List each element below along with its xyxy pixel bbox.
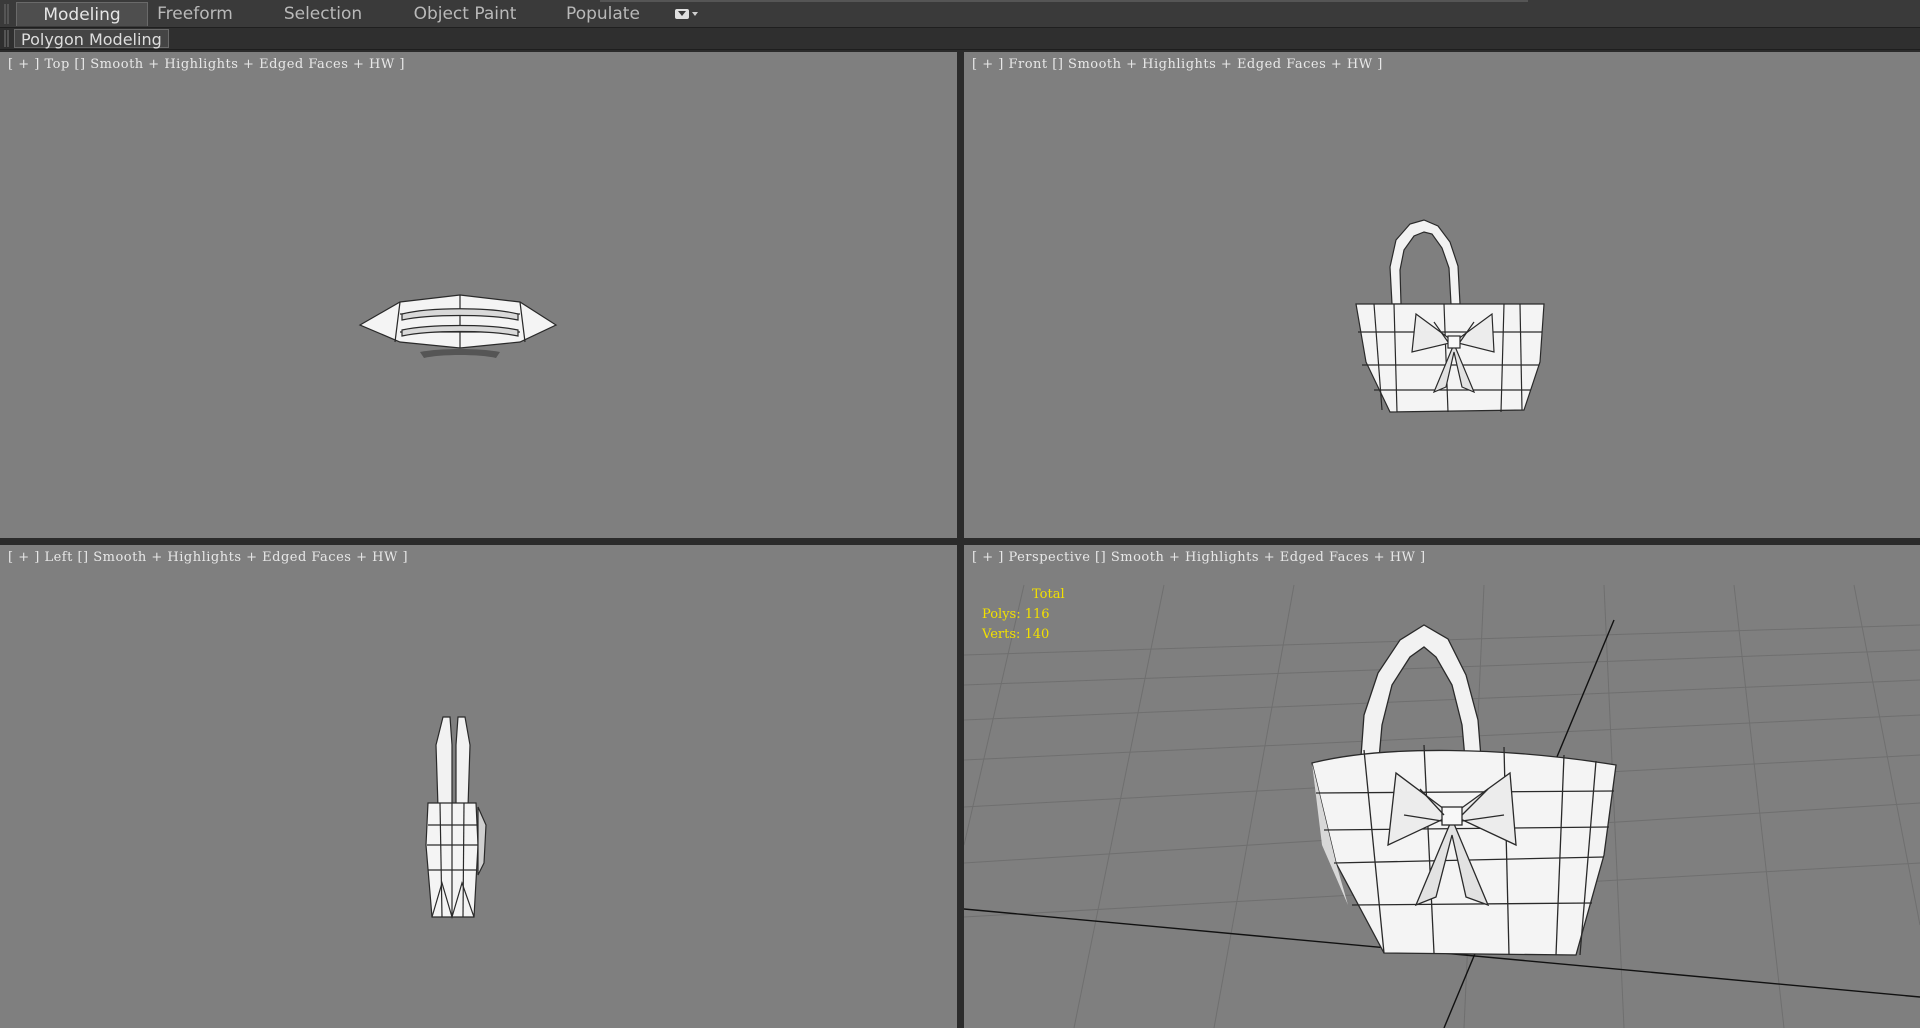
polygon-modeling-panel-button[interactable]: Polygon Modeling: [14, 29, 169, 49]
bag-front-view-model: [1355, 219, 1545, 413]
ribbon-divider: [600, 0, 1528, 2]
viewport-shading-menu[interactable]: Smooth + Highlights + Edged Faces + HW ]: [1111, 550, 1426, 565]
tab-freeform[interactable]: Freeform: [150, 2, 240, 26]
dropdown-toggle-icon: [675, 9, 689, 19]
stats-title: Total: [1032, 587, 1065, 602]
viewport-perspective[interactable]: [ + ] Perspective [] Smooth + Highlights…: [964, 545, 1920, 1028]
tab-populate[interactable]: Populate: [558, 2, 648, 26]
stats-polys: Polys: 116: [982, 607, 1050, 622]
viewport-front[interactable]: [ + ] Front [] Smooth + Highlights + Edg…: [964, 52, 1920, 538]
caret-down-icon: [692, 12, 698, 16]
bag-top-view-model: [358, 294, 558, 358]
viewport-plus-menu[interactable]: [ + ]: [972, 550, 1004, 565]
scene-statistics: Total Polys: 116 Verts: 140: [982, 585, 1065, 645]
stats-verts: Verts: 140: [982, 627, 1050, 642]
viewport-view-menu[interactable]: Perspective: [1008, 550, 1090, 565]
ribbon-grip-handle[interactable]: [4, 4, 9, 24]
tab-modeling[interactable]: Modeling: [16, 2, 148, 26]
ribbon-options-dropdown[interactable]: [675, 7, 703, 21]
bag-left-view-model: [425, 716, 487, 920]
viewport-left[interactable]: [ + ] Left [] Smooth + Highlights + Edge…: [0, 545, 957, 1028]
ribbon-panel-bar: Polygon Modeling: [0, 28, 1920, 50]
tab-object-paint[interactable]: Object Paint: [410, 2, 520, 26]
viewport-label: [ + ] Perspective [] Smooth + Highlights…: [972, 550, 1426, 565]
panel-grip-handle[interactable]: [4, 30, 9, 47]
tab-selection[interactable]: Selection: [278, 2, 368, 26]
viewport-top[interactable]: [ + ] Top [] Smooth + Highlights + Edged…: [0, 52, 957, 538]
ribbon-tab-bar: Modeling Freeform Selection Object Paint…: [0, 0, 1920, 28]
bag-perspective-model: [1311, 624, 1617, 956]
